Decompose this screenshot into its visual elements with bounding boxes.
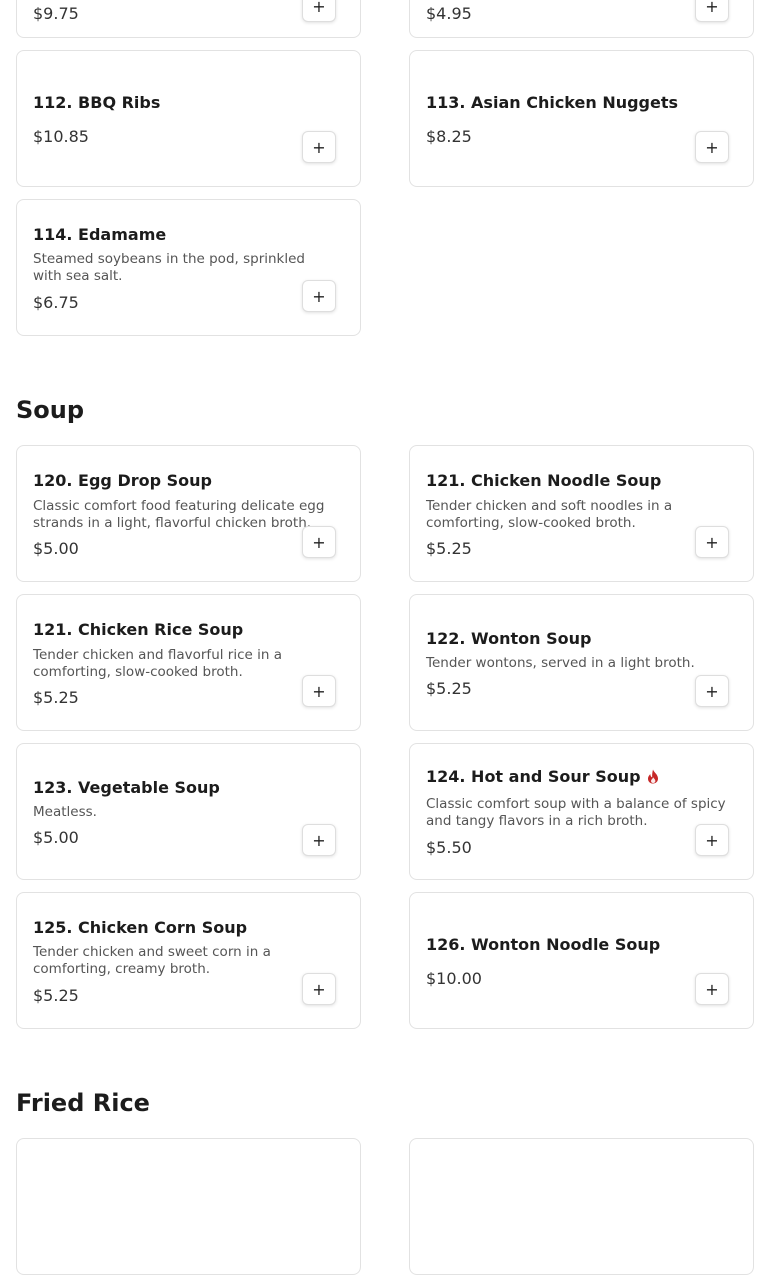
item-price: $5.00 xyxy=(33,539,79,558)
menu-item-card[interactable]: 120. Egg Drop Soup Classic comfort food … xyxy=(16,445,361,582)
item-name: 126. Wonton Noodle Soup xyxy=(426,935,661,954)
add-to-cart-button[interactable]: + xyxy=(302,526,336,558)
menu-item-card[interactable] xyxy=(409,1138,754,1275)
add-to-cart-button[interactable]: + xyxy=(302,0,336,22)
add-to-cart-button[interactable]: + xyxy=(695,526,729,558)
item-price: $5.25 xyxy=(426,539,472,558)
item-name-row: 124. Hot and Sour Soup xyxy=(426,767,659,788)
item-description: Steamed soybeans in the pod, sprinkled w… xyxy=(33,251,305,284)
menu-item-card[interactable]: 123. Vegetable Soup Meatless. $5.00 + xyxy=(16,743,361,880)
menu-item-card[interactable]: 121. Chicken Noodle Soup Tender chicken … xyxy=(409,445,754,582)
add-to-cart-button[interactable]: + xyxy=(695,131,729,163)
add-to-cart-button[interactable]: + xyxy=(302,131,336,163)
add-to-cart-button[interactable]: + xyxy=(302,824,336,856)
item-price: $5.25 xyxy=(426,679,472,698)
item-price: $10.00 xyxy=(426,969,482,988)
item-price: $4.95 xyxy=(426,4,472,23)
item-name: 112. BBQ Ribs xyxy=(33,93,161,112)
item-description: Meatless. xyxy=(33,804,97,820)
item-name: 123. Vegetable Soup xyxy=(33,778,220,797)
menu-item-card[interactable]: $4.95 + xyxy=(409,0,754,38)
item-name: 114. Edamame xyxy=(33,225,167,244)
add-to-cart-button[interactable]: + xyxy=(695,973,729,1005)
add-to-cart-button[interactable]: + xyxy=(695,0,729,22)
item-price: $9.75 xyxy=(33,4,79,23)
item-description: Tender chicken and flavorful rice in a c… xyxy=(33,647,282,680)
item-price: $5.25 xyxy=(33,986,79,1005)
item-description: Classic comfort food featuring delicate … xyxy=(33,498,325,531)
spicy-flame-icon xyxy=(647,769,659,788)
add-to-cart-button[interactable]: + xyxy=(302,675,336,707)
add-to-cart-button[interactable]: + xyxy=(695,675,729,707)
item-description: Tender chicken and sweet corn in a comfo… xyxy=(33,944,271,977)
item-price: $6.75 xyxy=(33,293,79,312)
menu-item-card[interactable] xyxy=(16,1138,361,1275)
item-name: 113. Asian Chicken Nuggets xyxy=(426,93,679,112)
item-description: Tender wontons, served in a light broth. xyxy=(426,655,695,671)
item-name: 124. Hot and Sour Soup xyxy=(426,767,641,786)
menu-item-card[interactable]: 113. Asian Chicken Nuggets $8.25 + xyxy=(409,50,754,187)
item-price: $5.50 xyxy=(426,838,472,857)
menu-item-card[interactable]: $9.75 + xyxy=(16,0,361,38)
menu-item-card[interactable]: 126. Wonton Noodle Soup $10.00 + xyxy=(409,892,754,1029)
add-to-cart-button[interactable]: + xyxy=(302,973,336,1005)
menu-item-card[interactable]: 121. Chicken Rice Soup Tender chicken an… xyxy=(16,594,361,731)
item-price: $8.25 xyxy=(426,127,472,146)
menu-item-card[interactable]: 124. Hot and Sour Soup Classic comfort s… xyxy=(409,743,754,880)
item-description: Classic comfort soup with a balance of s… xyxy=(426,796,726,829)
add-to-cart-button[interactable]: + xyxy=(302,280,336,312)
item-price: $5.25 xyxy=(33,688,79,707)
menu-item-card[interactable]: 122. Wonton Soup Tender wontons, served … xyxy=(409,594,754,731)
menu-item-card[interactable]: 112. BBQ Ribs $10.85 + xyxy=(16,50,361,187)
section-title-soup: Soup xyxy=(16,396,85,424)
section-title-fried-rice: Fried Rice xyxy=(16,1089,150,1117)
item-name: 121. Chicken Rice Soup xyxy=(33,620,244,639)
item-name: 121. Chicken Noodle Soup xyxy=(426,471,662,490)
item-price: $5.00 xyxy=(33,828,79,847)
item-name: 122. Wonton Soup xyxy=(426,629,592,648)
add-to-cart-button[interactable]: + xyxy=(695,824,729,856)
item-name: 120. Egg Drop Soup xyxy=(33,471,212,490)
menu-item-card[interactable]: 114. Edamame Steamed soybeans in the pod… xyxy=(16,199,361,336)
menu-item-card[interactable]: 125. Chicken Corn Soup Tender chicken an… xyxy=(16,892,361,1029)
item-name: 125. Chicken Corn Soup xyxy=(33,918,248,937)
item-description: Tender chicken and soft noodles in a com… xyxy=(426,498,673,531)
item-price: $10.85 xyxy=(33,127,89,146)
